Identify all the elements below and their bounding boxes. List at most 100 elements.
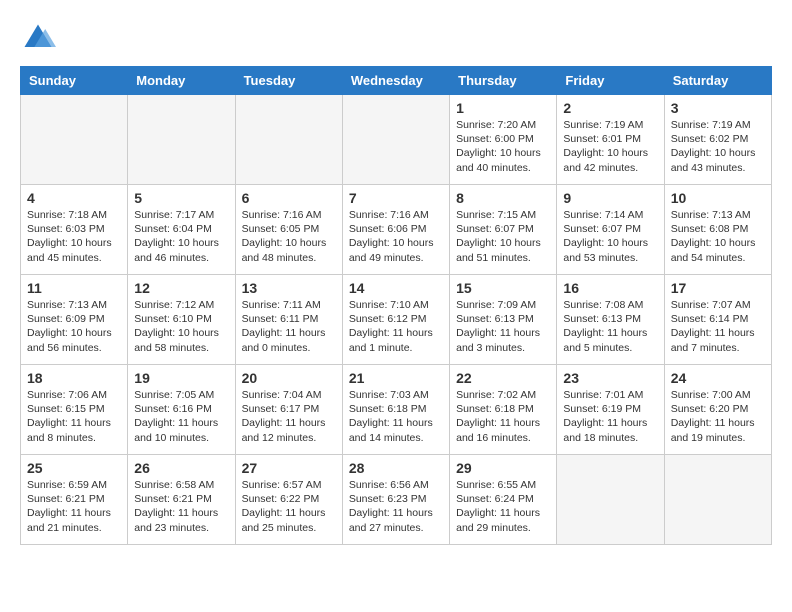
day-number: 18 <box>27 370 121 386</box>
day-info: Sunrise: 6:59 AMSunset: 6:21 PMDaylight:… <box>27 478 121 535</box>
calendar-cell: 25 Sunrise: 6:59 AMSunset: 6:21 PMDayligh… <box>21 455 128 545</box>
header-friday: Friday <box>557 67 664 95</box>
day-info: Sunrise: 7:04 AMSunset: 6:17 PMDaylight:… <box>242 388 336 445</box>
calendar-cell: 28Sunrise: 6:56 AMSunset: 6:23 PMDayligh… <box>342 455 449 545</box>
day-number: 12 <box>134 280 228 296</box>
day-info: Sunrise: 7:18 AMSunset: 6:03 PMDaylight:… <box>27 208 121 265</box>
calendar-week-1: 1 Sunrise: 7:20 AMSunset: 6:00 PMDaylight… <box>21 95 772 185</box>
day-number: 15 <box>456 280 550 296</box>
day-number: 22 <box>456 370 550 386</box>
day-number: 29 <box>456 460 550 476</box>
day-info: Sunrise: 7:05 AMSunset: 6:16 PMDaylight:… <box>134 388 228 445</box>
page-header <box>20 20 772 56</box>
day-info: Sunrise: 7:13 AMSunset: 6:09 PMDaylight:… <box>27 298 121 355</box>
calendar-cell: 4 Sunrise: 7:18 AMSunset: 6:03 PMDaylight… <box>21 185 128 275</box>
day-info: Sunrise: 6:58 AMSunset: 6:21 PMDaylight:… <box>134 478 228 535</box>
day-info: Sunrise: 7:09 AMSunset: 6:13 PMDaylight:… <box>456 298 550 355</box>
day-number: 1 <box>456 100 550 116</box>
day-info: Sunrise: 7:13 AMSunset: 6:08 PMDaylight:… <box>671 208 765 265</box>
day-info: Sunrise: 7:00 AMSunset: 6:20 PMDaylight:… <box>671 388 765 445</box>
calendar-week-2: 4 Sunrise: 7:18 AMSunset: 6:03 PMDaylight… <box>21 185 772 275</box>
day-number: 8 <box>456 190 550 206</box>
day-info: Sunrise: 7:20 AMSunset: 6:00 PMDaylight:… <box>456 118 550 175</box>
day-info: Sunrise: 7:01 AMSunset: 6:19 PMDaylight:… <box>563 388 657 445</box>
day-number: 26 <box>134 460 228 476</box>
day-number: 17 <box>671 280 765 296</box>
header-tuesday: Tuesday <box>235 67 342 95</box>
calendar-week-3: 11 Sunrise: 7:13 AMSunset: 6:09 PMDayligh… <box>21 275 772 365</box>
day-info: Sunrise: 6:57 AMSunset: 6:22 PMDaylight:… <box>242 478 336 535</box>
day-info: Sunrise: 7:16 AMSunset: 6:06 PMDaylight:… <box>349 208 443 265</box>
calendar-cell: 7 Sunrise: 7:16 AMSunset: 6:06 PMDaylight… <box>342 185 449 275</box>
calendar-cell: 6 Sunrise: 7:16 AMSunset: 6:05 PMDaylight… <box>235 185 342 275</box>
calendar-cell: 19 Sunrise: 7:05 AMSunset: 6:16 PMDayligh… <box>128 365 235 455</box>
calendar-week-5: 25 Sunrise: 6:59 AMSunset: 6:21 PMDayligh… <box>21 455 772 545</box>
calendar-cell: 26 Sunrise: 6:58 AMSunset: 6:21 PMDayligh… <box>128 455 235 545</box>
header-wednesday: Wednesday <box>342 67 449 95</box>
day-number: 3 <box>671 100 765 116</box>
day-info: Sunrise: 7:12 AMSunset: 6:10 PMDaylight:… <box>134 298 228 355</box>
logo-icon <box>20 20 56 56</box>
calendar-cell: 12 Sunrise: 7:12 AMSunset: 6:10 PMDayligh… <box>128 275 235 365</box>
day-info: Sunrise: 7:19 AMSunset: 6:01 PMDaylight:… <box>563 118 657 175</box>
calendar-cell: 13 Sunrise: 7:11 AMSunset: 6:11 PMDayligh… <box>235 275 342 365</box>
day-number: 28 <box>349 460 443 476</box>
day-info: Sunrise: 7:15 AMSunset: 6:07 PMDaylight:… <box>456 208 550 265</box>
calendar-cell <box>128 95 235 185</box>
day-info: Sunrise: 7:10 AMSunset: 6:12 PMDaylight:… <box>349 298 443 355</box>
calendar-header-row: SundayMondayTuesdayWednesdayThursdayFrid… <box>21 67 772 95</box>
day-number: 7 <box>349 190 443 206</box>
calendar-cell: 29Sunrise: 6:55 AMSunset: 6:24 PMDayligh… <box>450 455 557 545</box>
day-info: Sunrise: 7:02 AMSunset: 6:18 PMDaylight:… <box>456 388 550 445</box>
day-number: 25 <box>27 460 121 476</box>
header-monday: Monday <box>128 67 235 95</box>
day-number: 14 <box>349 280 443 296</box>
calendar-cell: 21Sunrise: 7:03 AMSunset: 6:18 PMDayligh… <box>342 365 449 455</box>
calendar-cell <box>342 95 449 185</box>
calendar-cell: 8 Sunrise: 7:15 AMSunset: 6:07 PMDaylight… <box>450 185 557 275</box>
day-number: 2 <box>563 100 657 116</box>
day-number: 5 <box>134 190 228 206</box>
day-number: 23 <box>563 370 657 386</box>
day-number: 13 <box>242 280 336 296</box>
day-info: Sunrise: 7:08 AMSunset: 6:13 PMDaylight:… <box>563 298 657 355</box>
calendar-cell: 18 Sunrise: 7:06 AMSunset: 6:15 PMDayligh… <box>21 365 128 455</box>
calendar-cell: 10 Sunrise: 7:13 AMSunset: 6:08 PMDayligh… <box>664 185 771 275</box>
logo <box>20 20 60 56</box>
calendar-cell: 2 Sunrise: 7:19 AMSunset: 6:01 PMDaylight… <box>557 95 664 185</box>
day-number: 21 <box>349 370 443 386</box>
day-info: Sunrise: 7:19 AMSunset: 6:02 PMDaylight:… <box>671 118 765 175</box>
day-number: 19 <box>134 370 228 386</box>
header-sunday: Sunday <box>21 67 128 95</box>
day-info: Sunrise: 7:06 AMSunset: 6:15 PMDaylight:… <box>27 388 121 445</box>
calendar-cell <box>21 95 128 185</box>
calendar-cell: 16 Sunrise: 7:08 AMSunset: 6:13 PMDayligh… <box>557 275 664 365</box>
day-number: 20 <box>242 370 336 386</box>
day-number: 11 <box>27 280 121 296</box>
calendar-cell: 1 Sunrise: 7:20 AMSunset: 6:00 PMDaylight… <box>450 95 557 185</box>
calendar-cell: 15 Sunrise: 7:09 AMSunset: 6:13 PMDayligh… <box>450 275 557 365</box>
day-info: Sunrise: 7:11 AMSunset: 6:11 PMDaylight:… <box>242 298 336 355</box>
calendar-cell <box>557 455 664 545</box>
calendar-week-4: 18 Sunrise: 7:06 AMSunset: 6:15 PMDayligh… <box>21 365 772 455</box>
day-number: 4 <box>27 190 121 206</box>
calendar-cell: 3 Sunrise: 7:19 AMSunset: 6:02 PMDaylight… <box>664 95 771 185</box>
calendar-table: SundayMondayTuesdayWednesdayThursdayFrid… <box>20 66 772 545</box>
calendar-cell: 23 Sunrise: 7:01 AMSunset: 6:19 PMDayligh… <box>557 365 664 455</box>
day-number: 6 <box>242 190 336 206</box>
day-info: Sunrise: 7:14 AMSunset: 6:07 PMDaylight:… <box>563 208 657 265</box>
calendar-cell: 20 Sunrise: 7:04 AMSunset: 6:17 PMDayligh… <box>235 365 342 455</box>
calendar-cell: 9 Sunrise: 7:14 AMSunset: 6:07 PMDaylight… <box>557 185 664 275</box>
day-number: 27 <box>242 460 336 476</box>
header-saturday: Saturday <box>664 67 771 95</box>
day-number: 16 <box>563 280 657 296</box>
calendar-cell: 27 Sunrise: 6:57 AMSunset: 6:22 PMDayligh… <box>235 455 342 545</box>
day-number: 24 <box>671 370 765 386</box>
day-number: 9 <box>563 190 657 206</box>
day-info: Sunrise: 7:16 AMSunset: 6:05 PMDaylight:… <box>242 208 336 265</box>
day-info: Sunrise: 7:07 AMSunset: 6:14 PMDaylight:… <box>671 298 765 355</box>
day-info: Sunrise: 7:17 AMSunset: 6:04 PMDaylight:… <box>134 208 228 265</box>
calendar-cell: 22 Sunrise: 7:02 AMSunset: 6:18 PMDayligh… <box>450 365 557 455</box>
calendar-cell: 11 Sunrise: 7:13 AMSunset: 6:09 PMDayligh… <box>21 275 128 365</box>
day-number: 10 <box>671 190 765 206</box>
